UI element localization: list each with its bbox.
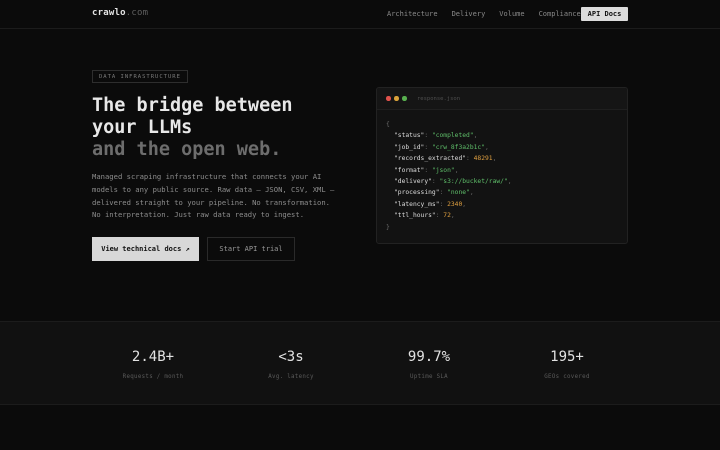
stat-uptime: 99.7% Uptime SLA bbox=[369, 349, 489, 380]
logo-tld: .com bbox=[125, 8, 149, 18]
minimize-dot-icon bbox=[394, 96, 399, 101]
hero-title: The bridge between your LLMs and the ope… bbox=[92, 95, 292, 161]
stat-geos: 195+ GEOs covered bbox=[507, 349, 627, 380]
logo[interactable]: crawlo.com bbox=[92, 8, 148, 18]
code-value: 72 bbox=[443, 212, 451, 220]
code-line: "job_id": "crw_8f3a2b1c", bbox=[394, 143, 489, 151]
hero-description-line: models to any public source. Raw data — … bbox=[92, 184, 335, 194]
code-panel-header: response.json bbox=[377, 88, 627, 110]
stat-latency: <3s Avg. latency bbox=[231, 349, 351, 380]
maximize-dot-icon bbox=[402, 96, 407, 101]
code-line: "processing": "none", bbox=[394, 189, 474, 197]
hero-title-line-1: The bridge between bbox=[92, 95, 293, 116]
code-body: { "status": "completed", "job_id": "crw_8… bbox=[377, 110, 627, 233]
code-value: "completed" bbox=[431, 132, 474, 140]
code-line: "status": "completed", bbox=[394, 132, 478, 140]
code-key: "delivery" bbox=[394, 178, 432, 186]
stat-value: <3s bbox=[278, 349, 304, 365]
code-key: "status" bbox=[394, 132, 425, 140]
stat-label: Uptime SLA bbox=[410, 374, 448, 380]
stats-band: 2.4B+ Requests / month <3s Avg. latency … bbox=[0, 321, 720, 405]
nav-links: Architecture Delivery Volume Compliance bbox=[387, 10, 595, 18]
code-panel: response.json { "status": "completed", "j… bbox=[376, 87, 628, 244]
code-filename: response.json bbox=[417, 95, 461, 102]
stat-label: Avg. latency bbox=[268, 374, 314, 380]
code-line: "ttl_hours": 72, bbox=[394, 212, 455, 220]
code-line: "format": "json", bbox=[394, 166, 459, 174]
code-key: "latency_ms" bbox=[394, 200, 440, 208]
close-dot-icon bbox=[386, 96, 391, 101]
code-line: "latency_ms": 2340, bbox=[394, 200, 467, 208]
code-value: "crw_8f3a2b1c" bbox=[431, 143, 486, 151]
logo-main: crawlo bbox=[92, 8, 126, 18]
top-nav: crawlo.com Architecture Delivery Volume … bbox=[0, 0, 720, 29]
code-key: "ttl_hours" bbox=[394, 212, 436, 220]
code-open-brace: { bbox=[386, 121, 390, 128]
hero-description-line: No interpretation. Just raw data ready t… bbox=[92, 210, 305, 220]
stat-label: GEOs covered bbox=[544, 374, 590, 380]
code-value: 48291 bbox=[473, 155, 493, 163]
code-value: "s3://bucket/raw/" bbox=[439, 178, 508, 186]
nav-link-compliance[interactable]: Compliance bbox=[539, 10, 581, 18]
stat-value: 2.4B+ bbox=[131, 349, 175, 365]
code-key: "processing" bbox=[394, 189, 440, 197]
code-key: "records_extracted" bbox=[394, 155, 467, 163]
code-line: "records_extracted": 48291, bbox=[394, 155, 497, 163]
view-technical-docs-button[interactable]: View technical docs ↗ bbox=[92, 237, 199, 261]
code-line: "delivery": "s3://bucket/raw/", bbox=[394, 178, 512, 186]
hero-description-line: delivered straight to your pipeline. No … bbox=[92, 197, 330, 207]
start-api-trial-button[interactable]: Start API trial bbox=[207, 237, 295, 261]
nav-link-delivery[interactable]: Delivery bbox=[452, 10, 486, 18]
code-value: "none" bbox=[447, 189, 470, 197]
code-key: "job_id" bbox=[394, 143, 425, 151]
nav-link-volume[interactable]: Volume bbox=[499, 10, 524, 18]
code-key: "format" bbox=[394, 166, 425, 174]
stat-value: 195+ bbox=[550, 349, 584, 365]
hero-badge: DATA INFRASTRUCTURE bbox=[92, 70, 188, 83]
hero-title-dim: and the open web. bbox=[92, 139, 282, 160]
stat-value: 99.7% bbox=[407, 349, 451, 365]
code-value: 2340 bbox=[447, 200, 463, 208]
code-close-brace: } bbox=[386, 223, 390, 231]
nav-link-architecture[interactable]: Architecture bbox=[387, 10, 438, 18]
hero-description-line: Managed scraping infrastructure that con… bbox=[92, 172, 322, 181]
hero-title-line-2: your LLMs bbox=[92, 117, 193, 138]
stat-label: Requests / month bbox=[122, 374, 184, 380]
hero-description: Managed scraping infrastructure that con… bbox=[92, 171, 342, 222]
stat-requests: 2.4B+ Requests / month bbox=[93, 349, 213, 380]
api-docs-button[interactable]: API Docs bbox=[581, 7, 628, 21]
code-value: "json" bbox=[431, 166, 455, 174]
